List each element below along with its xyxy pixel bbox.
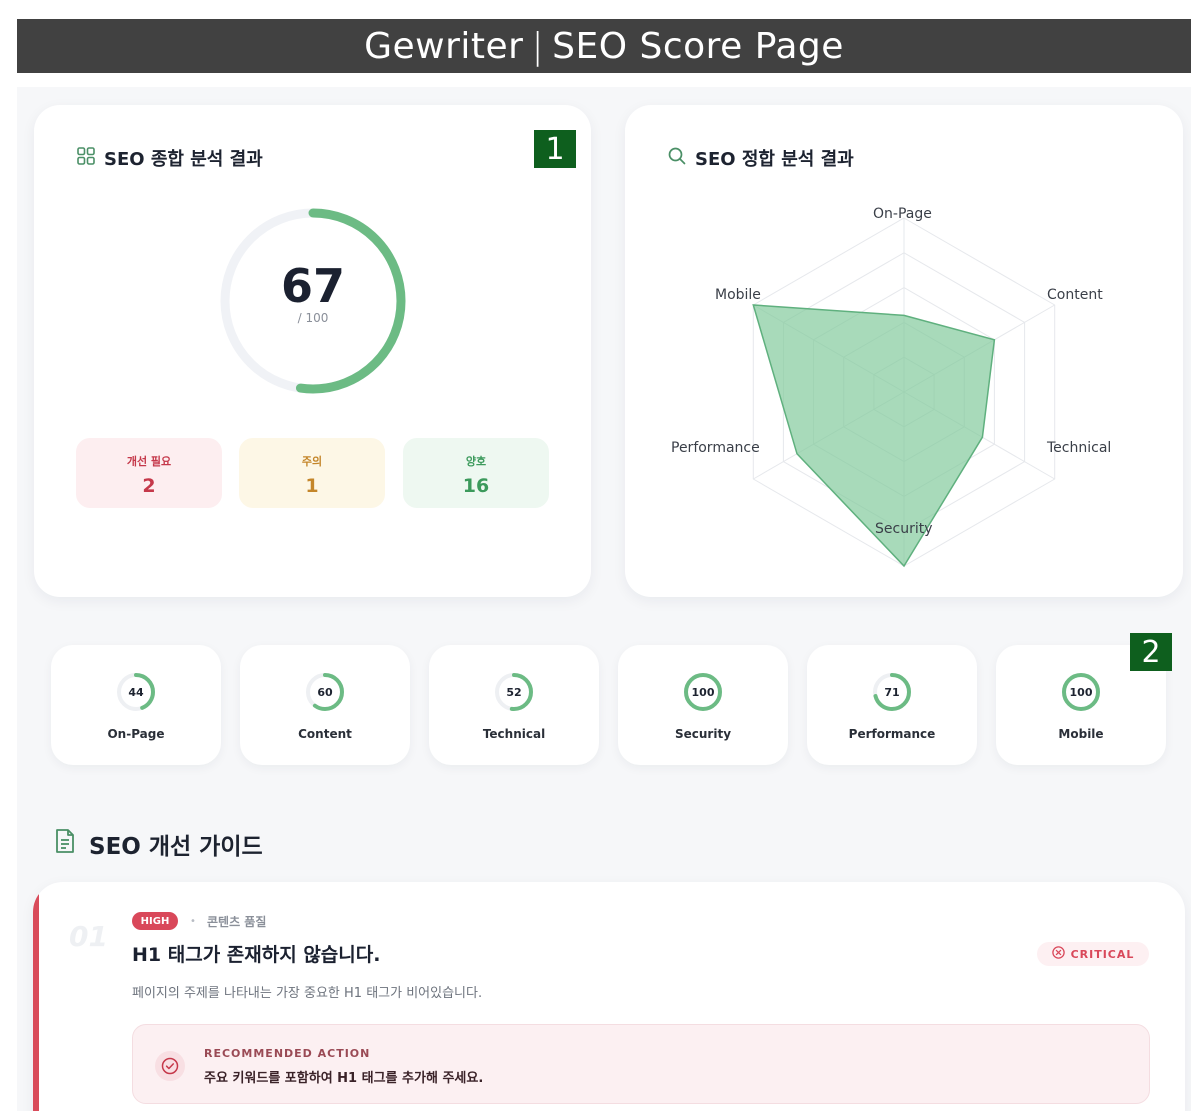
category-score: 100 <box>691 685 715 699</box>
issue-headline: H1 태그가 존재하지 않습니다. <box>132 944 381 966</box>
stat-needs-improvement: 개선 필요 2 <box>76 438 222 508</box>
check-circle-icon <box>155 1051 185 1081</box>
radar-label-performance: Performance <box>671 440 760 456</box>
summary-title-text: SEO 종합 분석 결과 <box>104 149 263 170</box>
stat-value: 1 <box>305 475 319 497</box>
grid-icon <box>76 146 96 171</box>
category-card-performance: 71 Performance <box>807 645 977 765</box>
dashboard-canvas: SEO 종합 분석 결과 67 / 100 개선 필요 2 주의 1 양호 16… <box>17 87 1191 1111</box>
stat-good: 양호 16 <box>403 438 549 508</box>
marker-2: 2 <box>1130 633 1172 671</box>
issue-category: 콘텐츠 품질 <box>207 915 267 929</box>
recommended-action-box: RECOMMENDED ACTION 주요 키워드를 포함하여 H1 태그를 추… <box>132 1024 1150 1104</box>
category-label: On-Page <box>107 727 165 741</box>
marker-1: 1 <box>534 130 576 168</box>
close-circle-icon <box>1051 946 1065 962</box>
radar-label-content: Content <box>1047 287 1103 303</box>
category-card-technical: 52 Technical <box>429 645 599 765</box>
category-score: 52 <box>506 685 522 699</box>
category-label: Mobile <box>1058 727 1104 741</box>
category-label: Content <box>298 727 352 741</box>
severity-label: CRITICAL <box>1070 947 1135 961</box>
action-label: RECOMMENDED ACTION <box>204 1047 371 1060</box>
stat-value: 16 <box>462 475 490 497</box>
score-value: 67 <box>280 259 345 313</box>
category-card-content: 60 Content <box>240 645 410 765</box>
score-max: / 100 <box>297 311 329 325</box>
radar-label-security: Security <box>875 521 933 537</box>
banner-page-name: SEO Score Page <box>552 25 844 67</box>
guide-title-text: SEO 개선 가이드 <box>89 834 263 860</box>
radar-label-on-page: On-Page <box>873 206 932 222</box>
issue-severity-bar <box>33 892 39 1111</box>
category-label: Performance <box>848 727 936 741</box>
category-label: Technical <box>482 727 546 741</box>
page: Gewriter | SEO Score Page SEO 종합 분석 결과 6… <box>0 0 1191 1111</box>
priority-badge: HIGH <box>132 912 178 930</box>
radar-card: SEO 정합 분석 결과 On-Page Content Technical S… <box>625 105 1183 597</box>
category-score: 60 <box>317 685 333 699</box>
stat-label: 개선 필요 <box>126 455 172 468</box>
separator-dot: • <box>190 916 196 927</box>
category-card-security: 100 Security <box>618 645 788 765</box>
issue-number: 01 <box>69 920 108 953</box>
stat-label: 양호 <box>465 455 487 468</box>
issue-description: 페이지의 주제를 나타내는 가장 중요한 H1 태그가 비어있습니다. <box>132 986 483 1001</box>
stat-value: 2 <box>142 475 156 497</box>
page-banner: Gewriter | SEO Score Page <box>17 19 1191 73</box>
summary-card-title: SEO 종합 분석 결과 <box>76 145 263 171</box>
summary-card: SEO 종합 분석 결과 67 / 100 개선 필요 2 주의 1 양호 16 <box>34 105 591 597</box>
issue-card[interactable]: 01 HIGH • 콘텐츠 품질 H1 태그가 존재하지 않습니다. 페이지의 … <box>33 882 1185 1111</box>
radar-label-mobile: Mobile <box>715 287 761 303</box>
category-score: 100 <box>1069 685 1093 699</box>
action-text: 주요 키워드를 포함하여 H1 태그를 추가해 주세요. <box>204 1071 484 1086</box>
radar-data-polygon <box>752 304 996 568</box>
stat-caution: 주의 1 <box>239 438 385 508</box>
severity-badge: CRITICAL <box>1037 942 1149 966</box>
document-icon <box>53 828 77 860</box>
stat-label: 주의 <box>301 455 323 468</box>
banner-app-name: Gewriter <box>364 25 524 67</box>
category-score: 71 <box>884 685 900 699</box>
guide-title: SEO 개선 가이드 <box>53 827 263 861</box>
banner-separator: | <box>531 25 545 67</box>
score-ring: 67 / 100 <box>217 205 409 397</box>
category-score: 44 <box>128 685 144 699</box>
radar-label-technical: Technical <box>1047 440 1112 456</box>
category-label: Security <box>674 727 732 741</box>
category-card-on-page: 44 On-Page <box>51 645 221 765</box>
